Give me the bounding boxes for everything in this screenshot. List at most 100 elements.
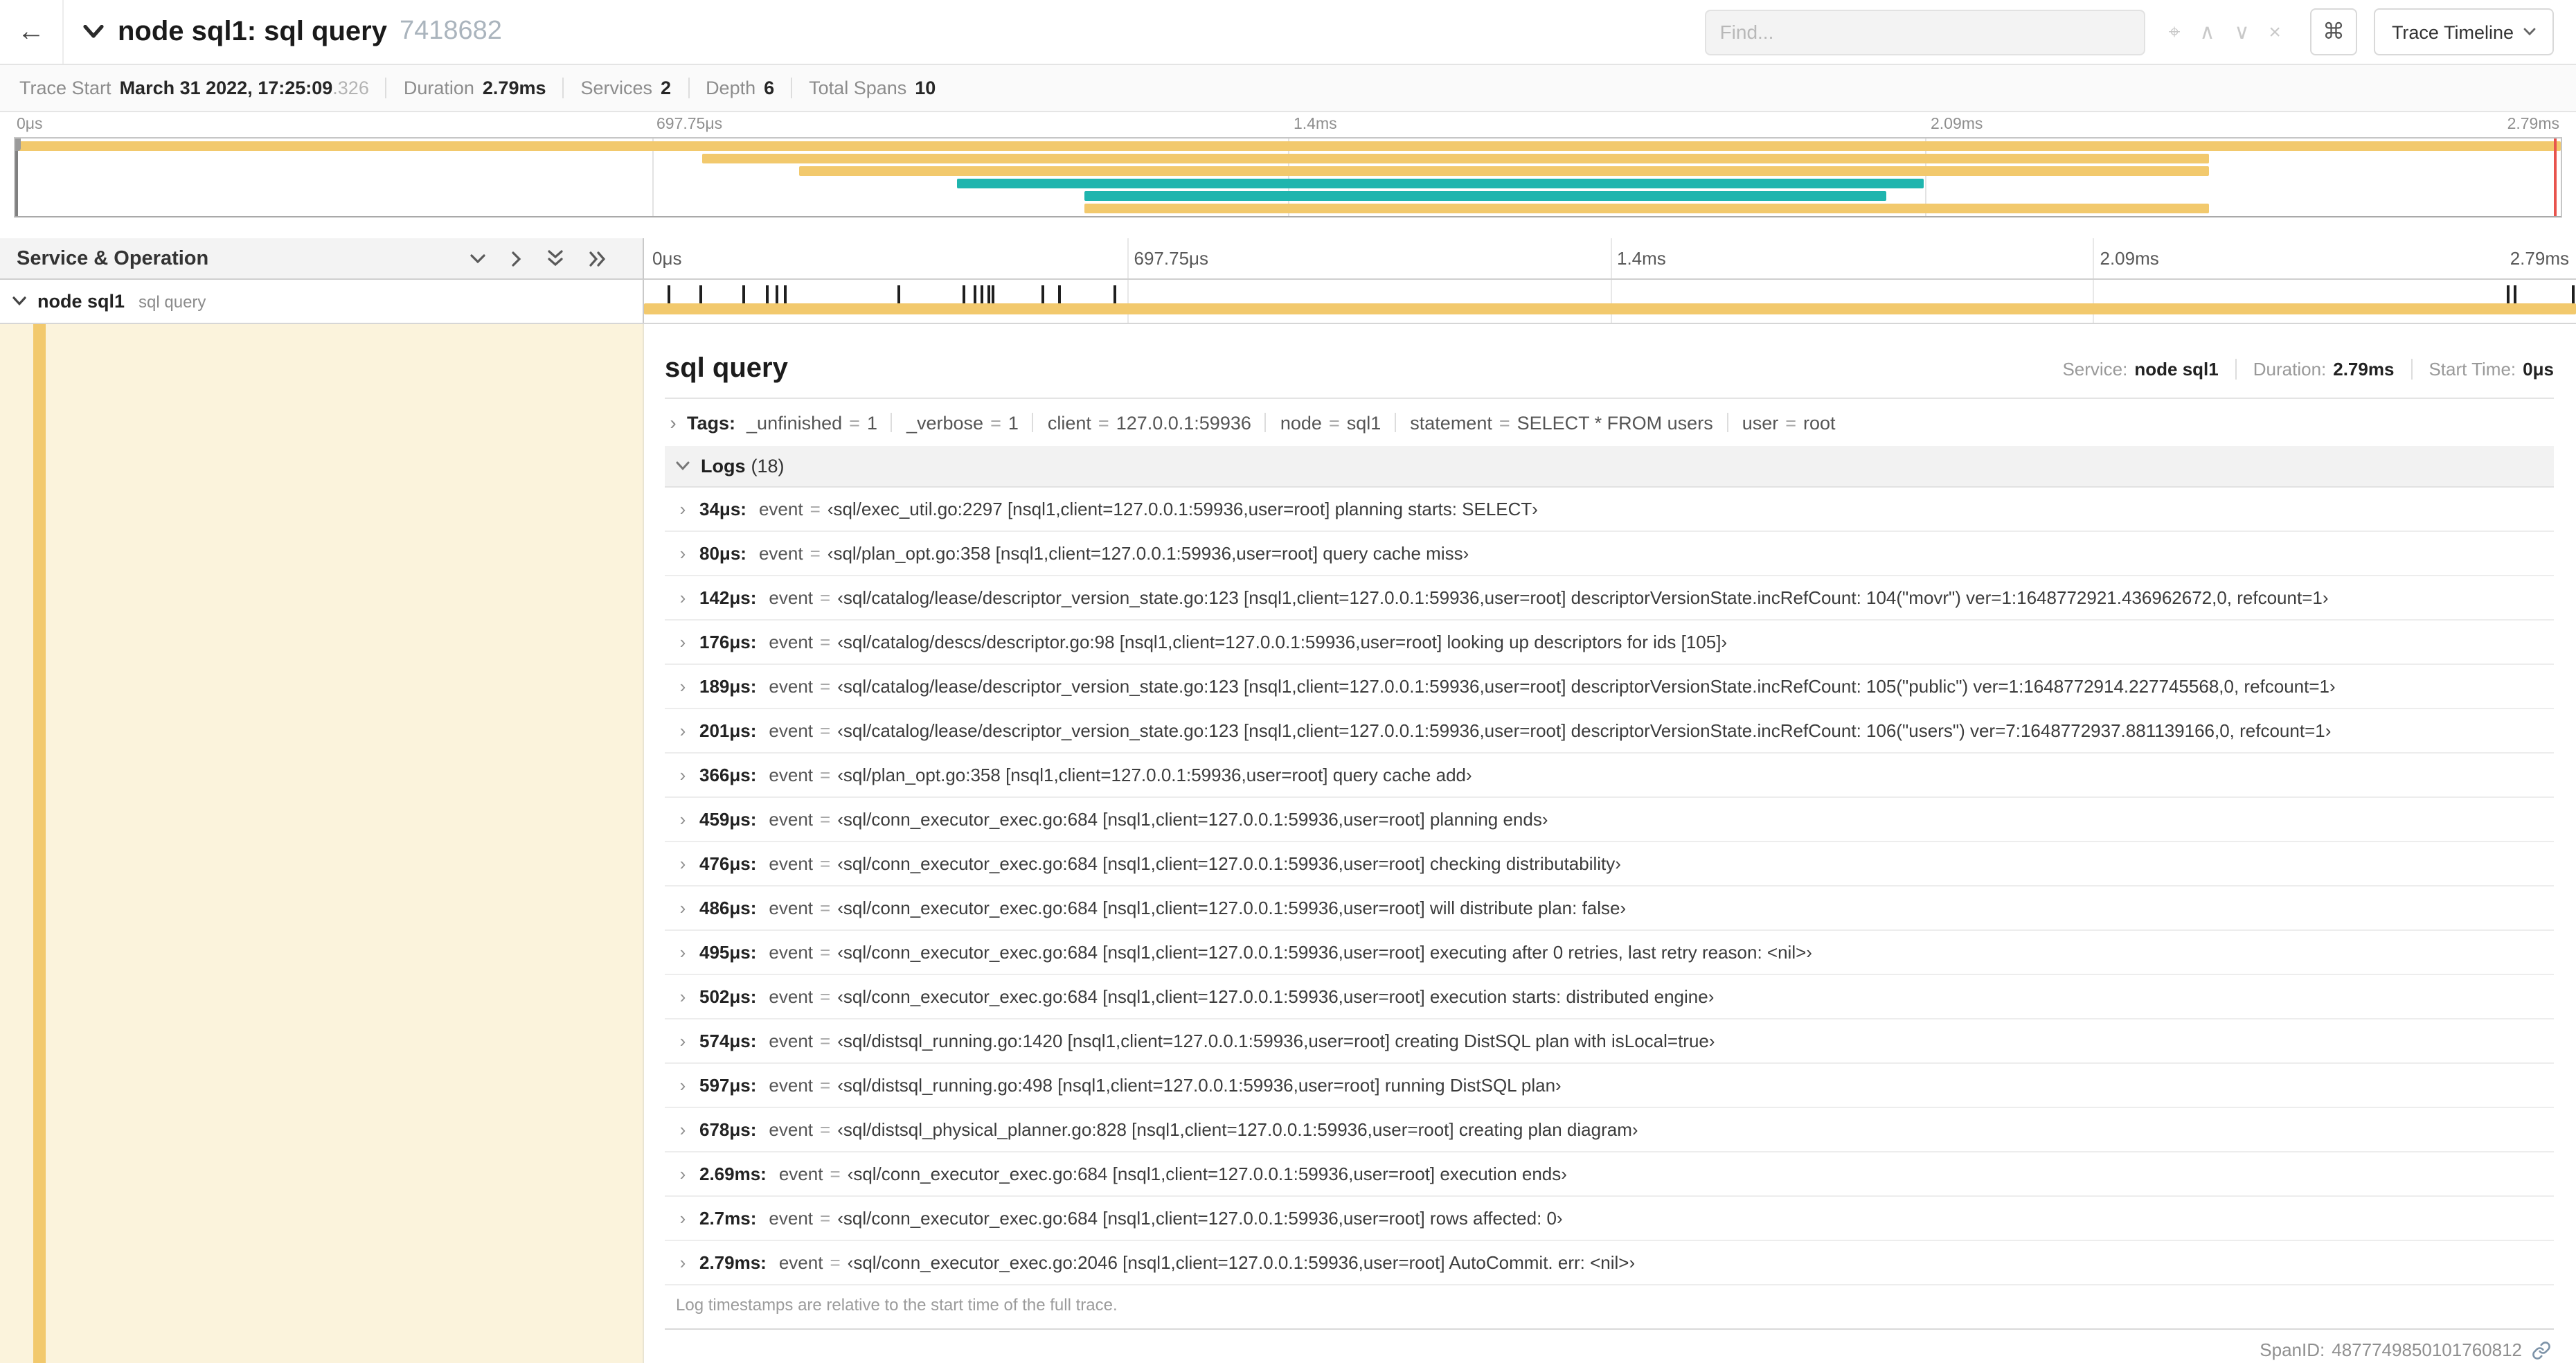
log-row[interactable]: › 176μs: event = ‹sql/catalog/descs/descript… [665,621,2554,665]
span-service-name: node sql1 [37,291,125,312]
expand-one-button[interactable] [511,250,522,267]
equals-icon: = [820,720,831,741]
find-next-icon[interactable]: ∨ [2234,21,2249,42]
tag-item[interactable]: node = sql1 [1280,412,1381,433]
log-row[interactable]: › 502μs: event = ‹sql/conn_executor_exec.go:… [665,975,2554,1019]
ruler-time-label: 697.75μs [1134,248,1209,269]
find-prev-icon[interactable]: ∧ [2199,21,2215,42]
log-marker-tick [2514,285,2516,303]
log-row[interactable]: › 2.79ms: event = ‹sql/conn_executor_exec.go… [665,1241,2554,1285]
equals-icon: = [1098,412,1109,433]
tag-item[interactable]: user = root [1742,412,1836,433]
collapse-trace-header-button[interactable] [83,25,104,39]
log-marker-tick [981,285,983,303]
keyboard-shortcuts-button[interactable]: ⌘ [2309,8,2357,55]
chevron-right-icon: › [679,765,686,785]
log-marker-tick [1041,285,1044,303]
deep-link-icon[interactable] [2532,1340,2551,1360]
log-row[interactable]: › 2.7ms: event = ‹sql/conn_executor_exec.go:… [665,1197,2554,1241]
equals-icon: = [990,412,1001,433]
log-row[interactable]: › 486μs: event = ‹sql/conn_executor_exec.go:… [665,887,2554,931]
log-row[interactable]: › 366μs: event = ‹sql/plan_opt.go:358 [nsql1… [665,754,2554,798]
span-color-stripe [33,324,46,1363]
log-key: event [758,499,803,519]
chevron-right-icon: › [679,543,686,564]
chevron-right-icon: › [679,1075,686,1096]
tag-divider [891,413,893,432]
minimap-time-label: 2.79ms [2507,116,2559,133]
trace-view-dropdown[interactable]: Trace Timeline [2373,8,2554,55]
log-row[interactable]: › 80μs: event = ‹sql/plan_opt.go:358 [nsql1,… [665,532,2554,576]
chevron-right-icon: › [679,853,686,874]
span-id-row: SpanID: 4877749850101760812 [665,1330,2554,1360]
log-key: event [758,543,803,564]
collapse-all-button[interactable] [547,249,564,267]
span-detail-header[interactable]: sql query Service: node sql1 Duration: 2… [665,341,2554,399]
minimap-handle-grip [15,139,21,151]
trace-view-dropdown-label: Trace Timeline [2391,21,2514,42]
log-row[interactable]: › 476μs: event = ‹sql/conn_executor_exec.go:… [665,842,2554,887]
minimap-viewport-handle[interactable] [15,139,21,216]
span-name-cell[interactable]: node sql1 sql query [0,280,644,323]
minimap-canvas[interactable] [14,137,2562,217]
logs-header[interactable]: Logs (18) [665,446,2554,488]
minimap-span-bar [957,179,1924,188]
locate-icon[interactable]: ⌖ [2169,21,2181,42]
log-timestamp: 176μs: [699,632,757,652]
equals-icon: = [820,587,831,608]
log-timestamp: 2.7ms: [699,1208,757,1229]
tag-item[interactable]: client = 127.0.0.1:59936 [1048,412,1251,433]
log-row[interactable]: › 201μs: event = ‹sql/catalog/lease/descript… [665,709,2554,754]
equals-icon: = [820,942,831,963]
log-row[interactable]: › 678μs: event = ‹sql/distsql_physical_plann… [665,1108,2554,1152]
expand-all-button[interactable] [589,250,607,267]
log-row[interactable]: › 2.69ms: event = ‹sql/conn_executor_exec.go… [665,1152,2554,1197]
log-row[interactable]: › 597μs: event = ‹sql/distsql_running.go:498… [665,1064,2554,1108]
log-timestamp: 366μs: [699,765,757,785]
collapse-one-button[interactable] [469,253,486,264]
span-bar-lane[interactable] [644,280,2576,323]
log-row[interactable]: › 189μs: event = ‹sql/catalog/lease/descript… [665,665,2554,709]
collapse-children-chevron[interactable] [12,296,26,306]
log-marker-tick [783,285,786,303]
page-header: ← node sql1: sql query 7418682 ⌖ ∧ ∨ × ⌘… [0,0,2576,65]
overview-divider [2235,359,2237,380]
minimap-time-label: 1.4ms [1294,116,1337,133]
minimap-time-label: 0μs [17,116,43,133]
log-row[interactable]: › 34μs: event = ‹sql/exec_util.go:2297 [nsql… [665,488,2554,532]
tag-item[interactable]: statement = SELECT * FROM users [1410,412,1712,433]
tag-key: node [1280,412,1322,433]
tag-value: sql1 [1346,412,1381,433]
find-input[interactable] [1704,9,2145,55]
equals-icon: = [810,543,821,564]
tag-item[interactable]: _verbose = 1 [906,412,1019,433]
span-tags-list: _unfinished = 1 _verbose = 1 client = 127.0.0.1:… [746,412,1836,433]
trace-summary-bar: Trace Start March 31 2022, 17:25:09.326 Du… [0,65,2576,112]
log-value: ‹sql/distsql_running.go:1420 [nsql1,clie… [837,1031,1715,1051]
log-row[interactable]: › 495μs: event = ‹sql/conn_executor_exec.go:… [665,931,2554,975]
summary-label: Total Spans [809,78,907,98]
log-row[interactable]: › 574μs: event = ‹sql/distsql_running.go:142… [665,1019,2554,1064]
span-duration-bar[interactable] [644,303,2576,314]
tags-toggle-row[interactable]: › Tags: _unfinished = 1 _verbose = 1 client = 12… [665,399,2554,446]
log-marker-tick [775,285,778,303]
log-row[interactable]: › 459μs: event = ‹sql/conn_executor_exec.go:… [665,798,2554,842]
tag-key: _verbose [906,412,984,433]
log-value: ‹sql/exec_util.go:2297 [nsql1,client=127… [827,499,1538,519]
find-clear-icon[interactable]: × [2269,21,2281,42]
log-row[interactable]: › 142μs: event = ‹sql/catalog/lease/descript… [665,576,2554,621]
chevron-down-icon [12,296,26,306]
summary-value: 2 [661,78,672,98]
summary-divider [385,78,387,98]
summary-value: 10 [915,78,936,98]
tag-item[interactable]: _unfinished = 1 [746,412,877,433]
start-time-value: 0μs [2523,359,2554,380]
trace-summary-item: Trace Start March 31 2022, 17:25:09.326 [19,78,369,98]
chevron-right-icon: › [679,1208,686,1229]
log-key: event [769,765,814,785]
summary-value-fraction: .326 [332,78,369,98]
logs-rows: › 34μs: event = ‹sql/exec_util.go:2297 [nsql… [665,488,2554,1285]
log-key: event [769,942,814,963]
back-button[interactable]: ← [0,0,64,64]
command-icon: ⌘ [2322,21,2345,44]
